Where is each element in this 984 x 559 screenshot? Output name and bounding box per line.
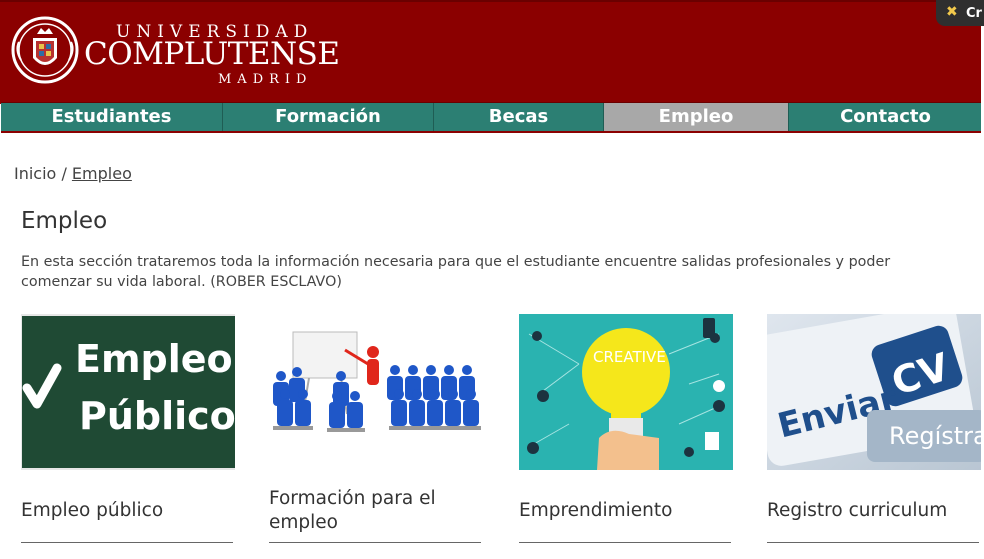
site-header: UNIVERSIDAD COMPLUTENSE MADRID bbox=[0, 0, 981, 104]
breadcrumb-current[interactable]: Empleo bbox=[72, 164, 132, 183]
nav-item-empleo[interactable]: Empleo bbox=[604, 103, 788, 131]
nav-item-formacion[interactable]: Formación bbox=[223, 103, 434, 131]
card-divider bbox=[21, 542, 233, 543]
breadcrumb-separator: / bbox=[61, 164, 67, 183]
card-divider bbox=[767, 542, 979, 543]
card-image[interactable] bbox=[269, 314, 483, 470]
nav-item-estudiantes[interactable]: Estudiantes bbox=[1, 103, 223, 131]
extension-badge-label: Cr bbox=[966, 6, 982, 21]
card-title[interactable]: Registro curriculum bbox=[767, 499, 981, 523]
extension-badge[interactable]: ✖ Cr bbox=[936, 0, 984, 26]
classroom-image bbox=[269, 314, 483, 470]
card-image[interactable]: CV Enviar Regístra bbox=[767, 314, 981, 470]
card-title[interactable]: Empleo público bbox=[21, 499, 235, 523]
university-crest-logo[interactable] bbox=[11, 12, 79, 88]
page-title: Empleo bbox=[21, 208, 108, 234]
enviar-cv-image: CV Enviar Regístra bbox=[767, 314, 981, 470]
bulb-text-creative: CREATIVE bbox=[593, 348, 666, 366]
card-divider bbox=[519, 542, 731, 543]
breadcrumb-home[interactable]: Inicio bbox=[14, 164, 56, 183]
main-nav: Estudiantes Formación Becas Empleo Conta… bbox=[1, 102, 981, 133]
registra-text: Regístra bbox=[889, 422, 981, 450]
intro-text: En esta sección trataremos toda la infor… bbox=[21, 254, 891, 290]
chalkboard-image: Empleo Público bbox=[21, 314, 235, 470]
card-image[interactable]: CREATIVE bbox=[519, 314, 733, 470]
card-divider bbox=[269, 542, 481, 543]
logo-line-complutense: COMPLUTENSE bbox=[84, 36, 340, 72]
nav-item-contacto[interactable]: Contacto bbox=[788, 103, 982, 131]
x-icon: ✖ bbox=[946, 4, 958, 20]
chalk-text-empleo: Empleo bbox=[75, 337, 233, 381]
logo-line-madrid: MADRID bbox=[218, 72, 313, 87]
card-title[interactable]: Formación para el empleo bbox=[269, 487, 483, 535]
chalk-text-publico: Público bbox=[79, 394, 235, 438]
nav-item-becas[interactable]: Becas bbox=[434, 103, 604, 131]
card-title[interactable]: Emprendimiento bbox=[519, 499, 733, 523]
creative-bulb-image: CREATIVE bbox=[519, 314, 733, 470]
breadcrumb: Inicio / Empleo bbox=[14, 164, 132, 183]
card-image[interactable]: Empleo Público bbox=[21, 314, 235, 470]
